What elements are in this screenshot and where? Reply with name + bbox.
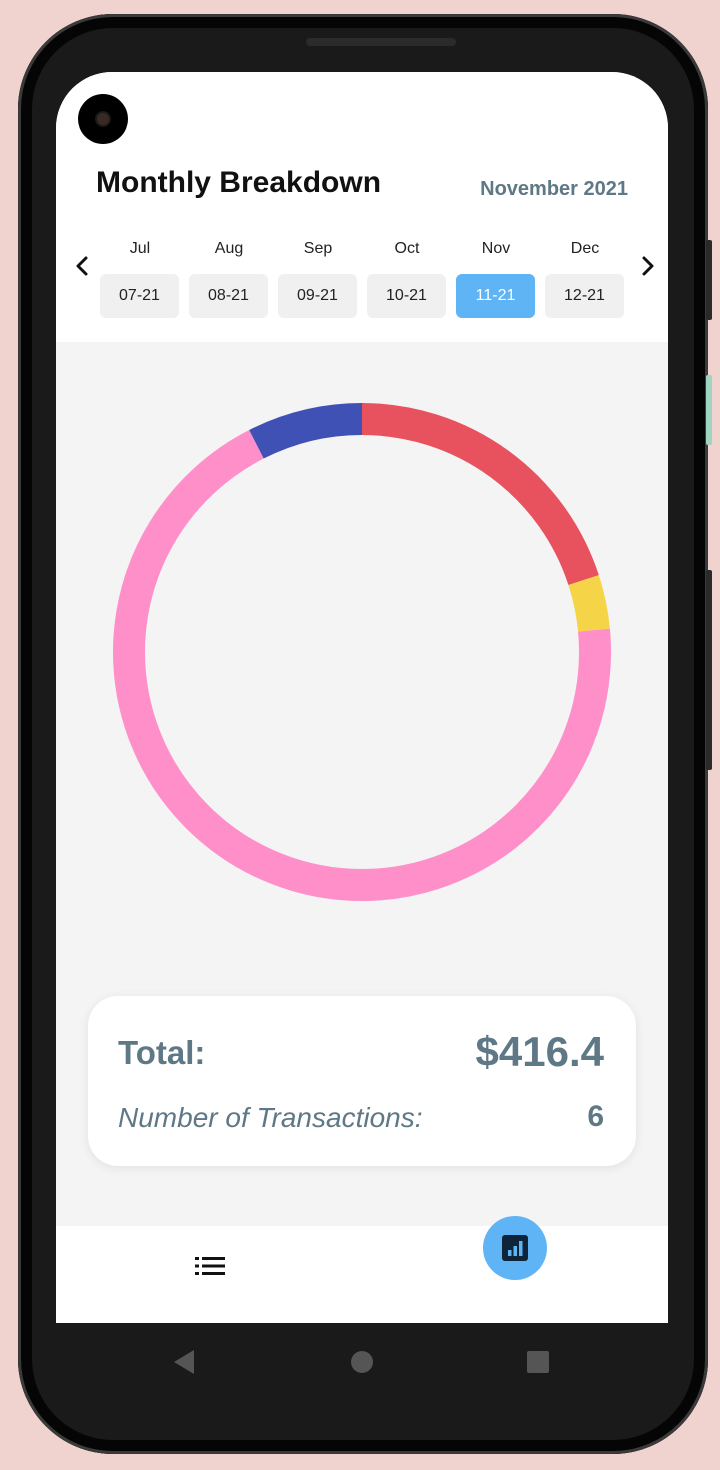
month-name-label: Jul	[129, 240, 151, 257]
month-chip-button[interactable]: 08-21	[189, 274, 268, 318]
bottom-navigation	[56, 1216, 668, 1323]
camera-icon	[78, 94, 128, 144]
current-month-label: November 2021	[480, 178, 628, 200]
back-triangle-icon	[174, 1350, 194, 1374]
side-rail	[706, 570, 712, 770]
month-chip-button[interactable]: 09-21	[278, 274, 357, 318]
system-home-button[interactable]	[337, 1337, 387, 1387]
system-back-button[interactable]	[159, 1337, 209, 1387]
month-option: Oct 10-21	[367, 238, 447, 318]
next-months-button[interactable]	[634, 252, 662, 280]
app-screen: Monthly Breakdown November 2021 Jul 07-21…	[56, 72, 668, 1323]
list-icon	[195, 1257, 225, 1275]
system-recents-button[interactable]	[513, 1337, 563, 1387]
speaker-grille	[306, 38, 456, 46]
month-option: Jul 07-21	[100, 238, 180, 318]
power-button	[706, 375, 712, 445]
bar-chart-icon	[502, 1235, 528, 1261]
month-name-label: Sep	[303, 240, 333, 257]
transactions-label: Number of Transactions:	[118, 1102, 423, 1133]
month-option: Nov 11-21	[456, 238, 536, 318]
month-chip-button[interactable]: 12-21	[545, 274, 624, 318]
month-option: Aug 08-21	[189, 238, 269, 318]
page-title: Monthly Breakdown	[96, 166, 382, 199]
header: Monthly Breakdown November 2021 Jul 07-21…	[56, 72, 668, 342]
transactions-count: 6	[587, 1100, 604, 1133]
total-value: $416.4	[475, 1028, 604, 1075]
month-name-label: Aug	[214, 240, 244, 257]
month-name-label: Oct	[394, 240, 420, 257]
month-chip-button[interactable]: 11-21	[456, 274, 535, 318]
nav-transactions-button[interactable]	[190, 1246, 230, 1286]
previous-months-button[interactable]	[68, 252, 96, 280]
month-name-label: Dec	[570, 240, 600, 257]
system-navigation-bar	[56, 1323, 668, 1399]
volume-button	[706, 240, 712, 320]
month-chip-button[interactable]: 07-21	[100, 274, 179, 318]
summary-card: Total: $416.4 Number of Transactions: 6	[88, 996, 636, 1166]
month-chip-button[interactable]: 10-21	[367, 274, 446, 318]
month-option: Dec 12-21	[545, 238, 625, 318]
home-circle-icon	[351, 1351, 373, 1373]
total-label: Total:	[118, 1034, 206, 1071]
category-donut-chart	[113, 403, 611, 901]
recents-square-icon	[527, 1351, 549, 1373]
chevron-left-icon	[76, 256, 88, 276]
chevron-right-icon	[642, 256, 654, 276]
nav-breakdown-button[interactable]	[483, 1216, 547, 1280]
month-option: Sep 09-21	[278, 238, 358, 318]
month-name-label: Nov	[481, 240, 511, 257]
